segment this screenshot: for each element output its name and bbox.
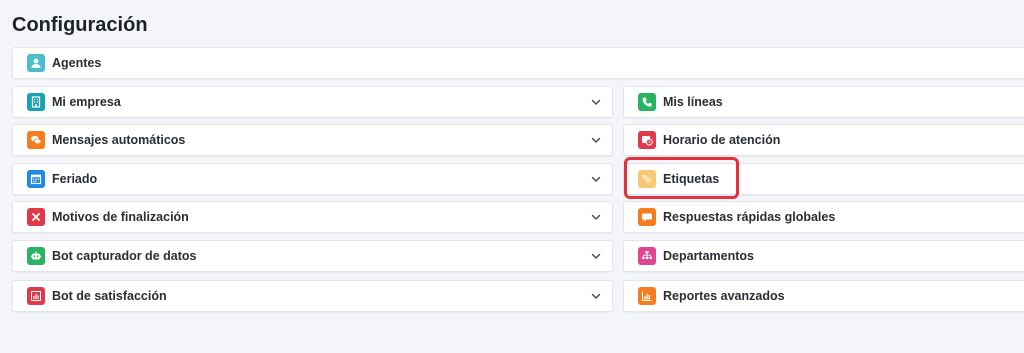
settings-item-label: Mensajes automáticos — [52, 133, 186, 147]
settings-item-reportes-avanzados[interactable]: Reportes avanzados — [623, 280, 1024, 312]
settings-item-departamentos[interactable]: Departamentos — [623, 240, 1024, 272]
settings-item-agentes[interactable]: Agentes — [12, 47, 1024, 79]
tags-icon — [638, 170, 656, 188]
building-icon — [27, 93, 45, 111]
settings-item-label: Reportes avanzados — [663, 289, 785, 303]
clock-icon — [638, 131, 656, 149]
settings-item-horario-atencion[interactable]: Horario de atención — [623, 124, 1024, 156]
settings-item-motivos-finalizacion[interactable]: Motivos de finalización — [12, 201, 613, 233]
settings-item-respuestas-rapidas[interactable]: Respuestas rápidas globales — [623, 201, 1024, 233]
chart-icon — [638, 287, 656, 305]
settings-item-label: Bot de satisfacción — [52, 289, 167, 303]
settings-item-feriado[interactable]: Feriado — [12, 163, 613, 195]
close-icon — [27, 208, 45, 226]
page-title: Configuración — [12, 14, 148, 36]
user-icon — [27, 54, 45, 72]
chevron-down-icon[interactable] — [590, 250, 602, 262]
settings-item-label: Horario de atención — [663, 133, 781, 147]
settings-item-label: Departamentos — [663, 249, 754, 263]
settings-item-label: Mi empresa — [52, 95, 121, 109]
bar-chart-icon — [27, 287, 45, 305]
chevron-down-icon[interactable] — [590, 134, 602, 146]
settings-item-bot-satisfaccion[interactable]: Bot de satisfacción — [12, 280, 613, 312]
robot-icon — [27, 247, 45, 265]
settings-item-mensajes-automaticos[interactable]: Mensajes automáticos — [12, 124, 613, 156]
settings-item-mis-lineas[interactable]: Mis líneas — [623, 86, 1024, 118]
settings-item-label: Mis líneas — [663, 95, 723, 109]
settings-item-label: Bot capturador de datos — [52, 249, 197, 263]
chat-icon — [27, 131, 45, 149]
chevron-down-icon[interactable] — [590, 173, 602, 185]
settings-item-label: Feriado — [52, 172, 98, 186]
settings-item-mi-empresa[interactable]: Mi empresa — [12, 86, 613, 118]
settings-item-label: Agentes — [52, 56, 102, 70]
speech-bubble-icon — [638, 208, 656, 226]
phone-icon — [638, 93, 656, 111]
settings-item-label: Etiquetas — [663, 172, 720, 186]
settings-item-label: Respuestas rápidas globales — [663, 210, 836, 224]
chevron-down-icon[interactable] — [590, 211, 602, 223]
settings-item-label: Motivos de finalización — [52, 210, 189, 224]
chevron-down-icon[interactable] — [590, 290, 602, 302]
sitemap-icon — [638, 247, 656, 265]
calendar-icon — [27, 170, 45, 188]
settings-item-etiquetas[interactable]: Etiquetas — [623, 163, 1024, 195]
settings-item-bot-capturador[interactable]: Bot capturador de datos — [12, 240, 613, 272]
chevron-down-icon[interactable] — [590, 96, 602, 108]
